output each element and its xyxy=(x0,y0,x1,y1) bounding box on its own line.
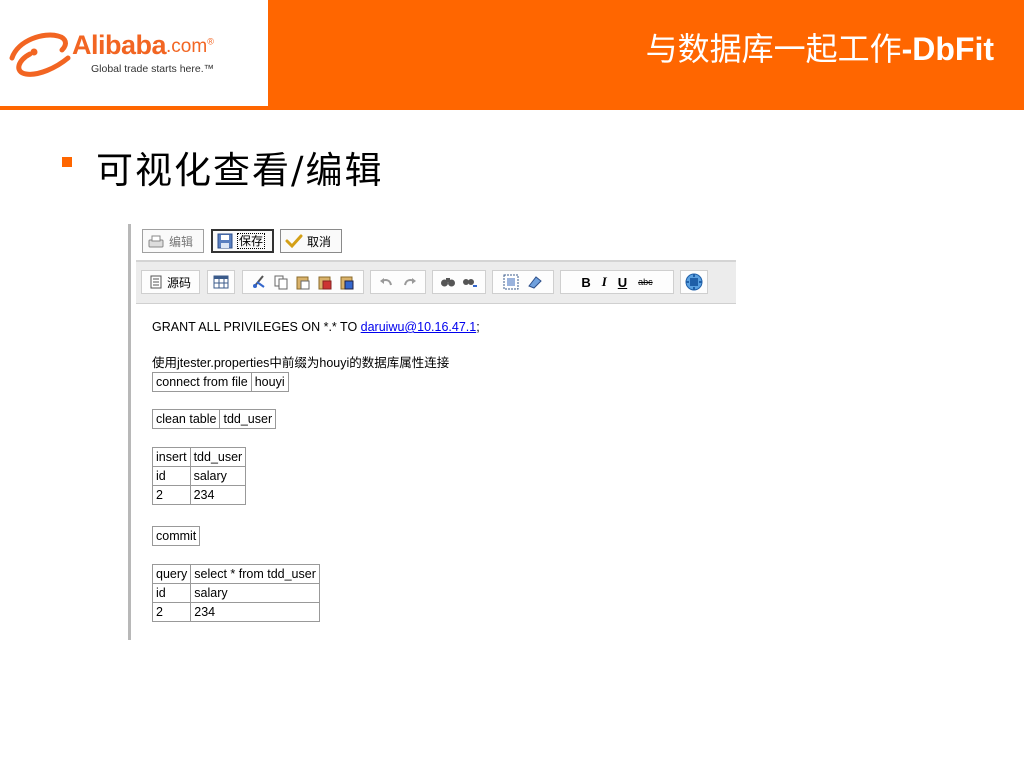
table-icon xyxy=(213,275,229,289)
redo-icon[interactable] xyxy=(402,274,418,290)
grant-prefix: GRANT ALL PRIVILEGES ON *.* TO xyxy=(152,320,361,334)
find-icon[interactable] xyxy=(440,274,456,290)
table-row: 2 234 xyxy=(152,485,247,505)
table-cell[interactable]: insert xyxy=(152,447,191,467)
history-group xyxy=(370,270,426,294)
save-button-label: 保存 xyxy=(237,233,266,249)
grant-suffix: ; xyxy=(476,320,480,334)
remove-format-icon[interactable] xyxy=(527,274,543,290)
table-row: id salary xyxy=(152,466,247,486)
cancel-button[interactable]: 取消 xyxy=(280,229,342,253)
query-table: query select * from tdd_user id salary 2… xyxy=(151,564,320,622)
table-row: insert tdd_user xyxy=(152,447,247,467)
italic-icon[interactable]: I xyxy=(602,274,607,290)
cut-icon[interactable] xyxy=(251,274,267,290)
copy-icon[interactable] xyxy=(273,274,289,290)
paste-word-icon[interactable] xyxy=(339,274,355,290)
alibaba-swoosh-icon xyxy=(9,32,71,77)
table-cell[interactable]: select * from tdd_user xyxy=(190,564,320,584)
replace-icon[interactable] xyxy=(462,274,478,290)
cancel-button-label: 取消 xyxy=(307,234,332,249)
table-cell[interactable]: id xyxy=(152,466,191,486)
bold-icon[interactable]: B xyxy=(581,275,590,290)
clean-table: clean table tdd_user xyxy=(151,409,277,429)
table-cell[interactable]: 2 xyxy=(152,485,191,505)
cancel-icon xyxy=(285,234,303,249)
connection-description: 使用jtester.properties中前缀为houyi的数据库属性连接 xyxy=(152,356,450,370)
commit-table: commit xyxy=(151,526,201,546)
table-row: id salary xyxy=(151,583,320,603)
maximize-button[interactable] xyxy=(680,270,708,294)
table-cell[interactable]: tdd_user xyxy=(189,447,247,467)
alibaba-logo: Alibaba .com® Global trade starts here.™ xyxy=(0,0,268,106)
table-cell[interactable]: 234 xyxy=(189,485,247,505)
slide-title: 与数据库一起工作-DbFit xyxy=(646,24,994,70)
source-button[interactable]: 源码 xyxy=(141,270,200,294)
strike-icon[interactable]: abc xyxy=(638,277,653,287)
slide-header: Alibaba .com® Global trade starts here.™… xyxy=(0,0,1024,108)
grant-statement: GRANT ALL PRIVILEGES ON *.* TO daruiwu@1… xyxy=(152,320,480,334)
editor-screenshot: 编辑 保存 取消 源码 B I U abc GRANT ALL PRIVILEG… xyxy=(128,224,736,640)
edit-button[interactable]: 编辑 xyxy=(142,229,204,253)
format-group: B I U abc xyxy=(560,270,674,294)
clipboard-group xyxy=(242,270,364,294)
table-cell[interactable]: 2 xyxy=(151,602,192,622)
table-button[interactable] xyxy=(207,270,235,294)
table-cell[interactable]: tdd_user xyxy=(219,409,277,429)
paste-icon[interactable] xyxy=(295,274,311,290)
table-row: clean table tdd_user xyxy=(151,409,277,429)
editor-toolbar: 源码 B I U abc xyxy=(136,260,736,304)
paste-text-icon[interactable] xyxy=(317,274,333,290)
save-button[interactable]: 保存 xyxy=(211,229,274,253)
table-cell[interactable]: id xyxy=(151,583,192,603)
edit-button-label: 编辑 xyxy=(169,234,194,249)
table-cell[interactable]: salary xyxy=(189,466,247,486)
logo-tagline: Global trade starts here.™ xyxy=(91,63,215,75)
table-row: query select * from tdd_user xyxy=(151,564,320,584)
save-icon xyxy=(217,233,233,249)
insert-table: insert tdd_user id salary 2 234 xyxy=(152,447,247,505)
maximize-icon xyxy=(685,273,703,291)
table-row: connect from file houyi xyxy=(152,372,289,392)
bullet-text: 可视化查看/编辑 xyxy=(96,149,384,192)
underline-icon[interactable]: U xyxy=(618,275,627,290)
slide-title-en: -DbFit xyxy=(901,31,994,67)
editor-left-border xyxy=(128,224,131,640)
table-cell[interactable]: salary xyxy=(190,583,320,603)
header-divider xyxy=(0,108,1024,110)
logo-brand-suffix: .com® xyxy=(166,36,214,58)
table-cell[interactable]: clean table xyxy=(151,409,221,429)
logo-brand-suffix-text: .com xyxy=(166,36,208,57)
bullet-square-icon xyxy=(62,157,72,167)
find-group xyxy=(432,270,486,294)
connect-table: connect from file houyi xyxy=(152,372,289,392)
logo-brand: Alibaba xyxy=(72,30,167,60)
table-row: commit xyxy=(151,526,201,546)
source-icon xyxy=(150,275,162,289)
select-group xyxy=(492,270,554,294)
table-row: 2 234 xyxy=(151,602,320,622)
edit-icon xyxy=(148,235,164,248)
logo-registered: ® xyxy=(207,36,214,47)
undo-icon[interactable] xyxy=(378,274,394,290)
table-cell[interactable]: 234 xyxy=(190,602,320,622)
select-all-icon[interactable] xyxy=(503,274,519,290)
source-button-label: 源码 xyxy=(166,275,191,290)
table-cell[interactable]: connect from file xyxy=(152,372,252,392)
slide-title-cn: 与数据库一起工作 xyxy=(645,30,902,68)
table-cell[interactable]: houyi xyxy=(250,372,289,392)
grant-link[interactable]: daruiwu@10.16.47.1 xyxy=(361,320,477,334)
table-cell[interactable]: commit xyxy=(151,526,201,546)
table-cell[interactable]: query xyxy=(151,564,192,584)
